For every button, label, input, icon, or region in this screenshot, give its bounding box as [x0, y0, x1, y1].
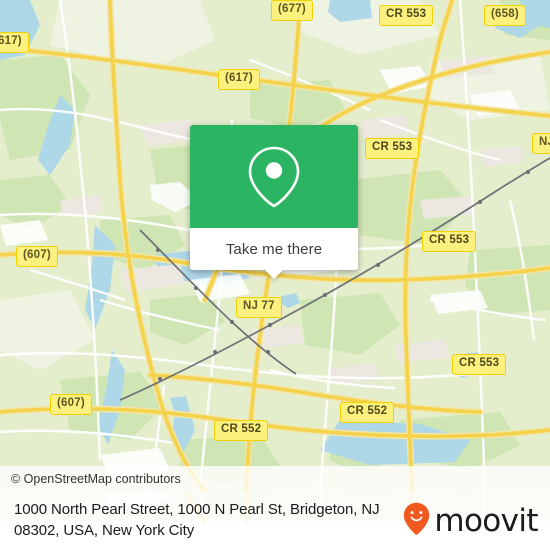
road-shield[interactable]: (677) [271, 0, 313, 21]
road-shield[interactable]: CR 553 [379, 5, 434, 26]
road-shield[interactable]: (607) [16, 246, 58, 267]
road-shield[interactable]: CR 553 [422, 231, 477, 252]
road-shield[interactable]: CR 553 [452, 354, 507, 375]
road-shield[interactable]: CR 552 [214, 420, 269, 441]
moovit-wordmark: moovit [434, 502, 538, 539]
road-shield[interactable]: (617) [218, 69, 260, 90]
road-shield[interactable]: (607) [50, 394, 92, 415]
road-shield[interactable]: (658) [484, 5, 526, 26]
location-popup-card[interactable]: Take me there [190, 125, 358, 279]
osm-attribution-text[interactable]: © OpenStreetMap contributors [11, 472, 181, 486]
road-shield[interactable]: NJ 77 [236, 297, 282, 318]
map-canvas[interactable]: (677) CR 553 (658) 617) (617) CR 553 NJ … [0, 0, 550, 492]
moovit-logo[interactable]: moovit [403, 502, 539, 541]
road-shield[interactable]: CR 552 [340, 402, 395, 423]
take-me-there-label: Take me there [225, 240, 323, 258]
popup-pointer-tail [264, 269, 284, 279]
footer-bar: 1000 North Pearl Street, 1000 N Pearl St… [0, 492, 550, 550]
map-attribution-bar: © OpenStreetMap contributors [0, 466, 550, 492]
road-shield[interactable]: NJ [532, 133, 550, 154]
take-me-there-button[interactable]: Take me there [190, 228, 358, 270]
moovit-map-screenshot: (677) CR 553 (658) 617) (617) CR 553 NJ … [0, 0, 550, 550]
map-pin-icon [247, 145, 301, 209]
moovit-pin-icon [403, 502, 430, 541]
road-shield[interactable]: CR 553 [365, 138, 420, 159]
popup-header [190, 125, 358, 228]
road-shield[interactable]: 617) [0, 32, 29, 53]
address-text: 1000 North Pearl Street, 1000 N Pearl St… [14, 501, 380, 539]
